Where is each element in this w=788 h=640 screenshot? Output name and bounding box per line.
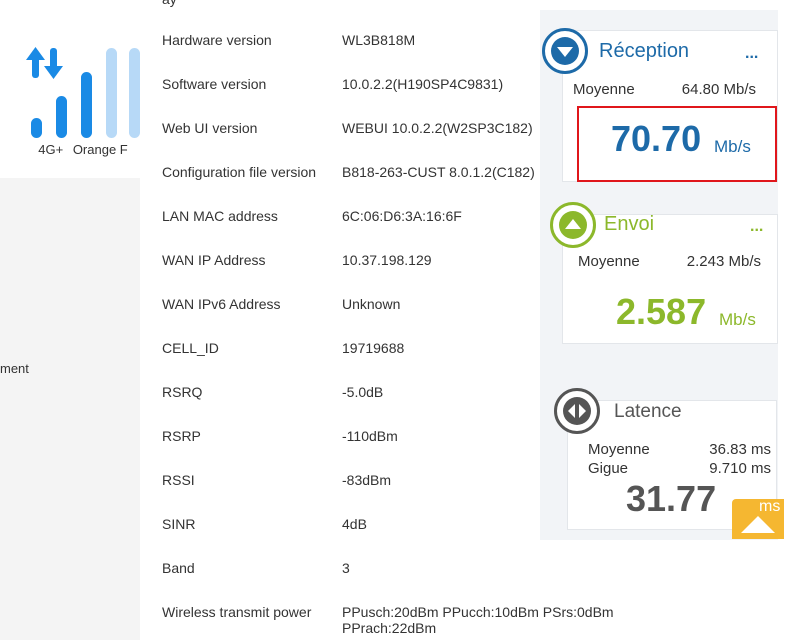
info-value-line-1: PPusch:20dBm PPucch:10dBm PSrs:0dBm — [342, 604, 614, 620]
signal-bar-4 — [106, 48, 117, 138]
envoi-title: Envoi — [604, 213, 655, 235]
info-label: RSSI — [162, 472, 195, 488]
info-label: Hardware version — [162, 32, 272, 48]
envoi-speed-unit: Mb/s — [719, 310, 756, 329]
info-label: Software version — [162, 76, 267, 92]
latence-average-label: Moyenne — [588, 441, 650, 458]
info-label: Wireless transmit power — [162, 604, 312, 620]
latence-value: 31.77 — [626, 478, 717, 519]
info-label: CELL_ID — [162, 340, 219, 356]
data-transfer-icon — [26, 47, 63, 79]
info-label: RSRQ — [162, 384, 203, 400]
info-label: WAN IP Address — [162, 252, 266, 268]
side-menu-area — [0, 178, 140, 640]
latence-jitter-value: 9.710 ms — [709, 460, 771, 477]
envoi-card: Envoi ... Moyenne 2.243 Mb/s 2.587 Mb/s — [562, 213, 778, 344]
signal-bar-2 — [56, 96, 67, 138]
info-value-line-2: PPrach:22dBm — [342, 620, 437, 636]
info-label: SINR — [162, 516, 196, 532]
latence-icon — [554, 388, 600, 434]
reception-download-icon — [542, 28, 588, 74]
cut-off-text: ay — [162, 0, 177, 7]
signal-bar-5 — [129, 48, 140, 138]
latence-jitter-label: Gigue — [588, 460, 629, 477]
side-menu-item-label[interactable]: ment — [0, 361, 29, 376]
scroll-to-top-button[interactable]: ms — [732, 498, 784, 539]
latence-unit: ms — [759, 498, 781, 515]
info-label: Configuration file version — [162, 164, 317, 180]
envoi-upload-icon — [550, 202, 596, 248]
info-label: WAN IPv6 Address — [162, 296, 281, 312]
envoi-average-label: Moyenne — [578, 253, 640, 270]
info-value: 3 — [342, 560, 350, 576]
signal-strength-icon — [24, 44, 144, 138]
latence-title: Latence — [614, 401, 682, 422]
reception-title: Réception — [599, 40, 690, 62]
signal-bar-1 — [31, 118, 42, 138]
info-value: PPusch:20dBm PPucch:10dBm PSrs:0dBm PPra… — [342, 604, 642, 636]
network-type: 4G+ — [38, 142, 64, 157]
envoi-menu-button[interactable]: ... — [750, 218, 763, 236]
envoi-speed-value: 2.587 — [616, 291, 707, 332]
reception-menu-button[interactable]: ... — [745, 45, 758, 63]
info-label: Band — [162, 560, 195, 576]
latence-average-value: 36.83 ms — [709, 441, 771, 458]
signal-bar-3 — [81, 72, 92, 138]
envoi-average-value: 2.243 Mb/s — [686, 253, 761, 270]
info-label: Web UI version — [162, 120, 258, 136]
info-label: RSRP — [162, 428, 201, 444]
operator-name: Orange F — [72, 142, 128, 157]
info-label: LAN MAC address — [162, 208, 278, 224]
reception-average-label: Moyenne — [573, 81, 635, 98]
left-panel: 4G+ Orange F ment — [0, 0, 140, 640]
network-label: 4G+ Orange F — [0, 142, 166, 157]
highlight-box — [577, 106, 777, 182]
reception-average-value: 64.80 Mb/s — [681, 81, 756, 98]
